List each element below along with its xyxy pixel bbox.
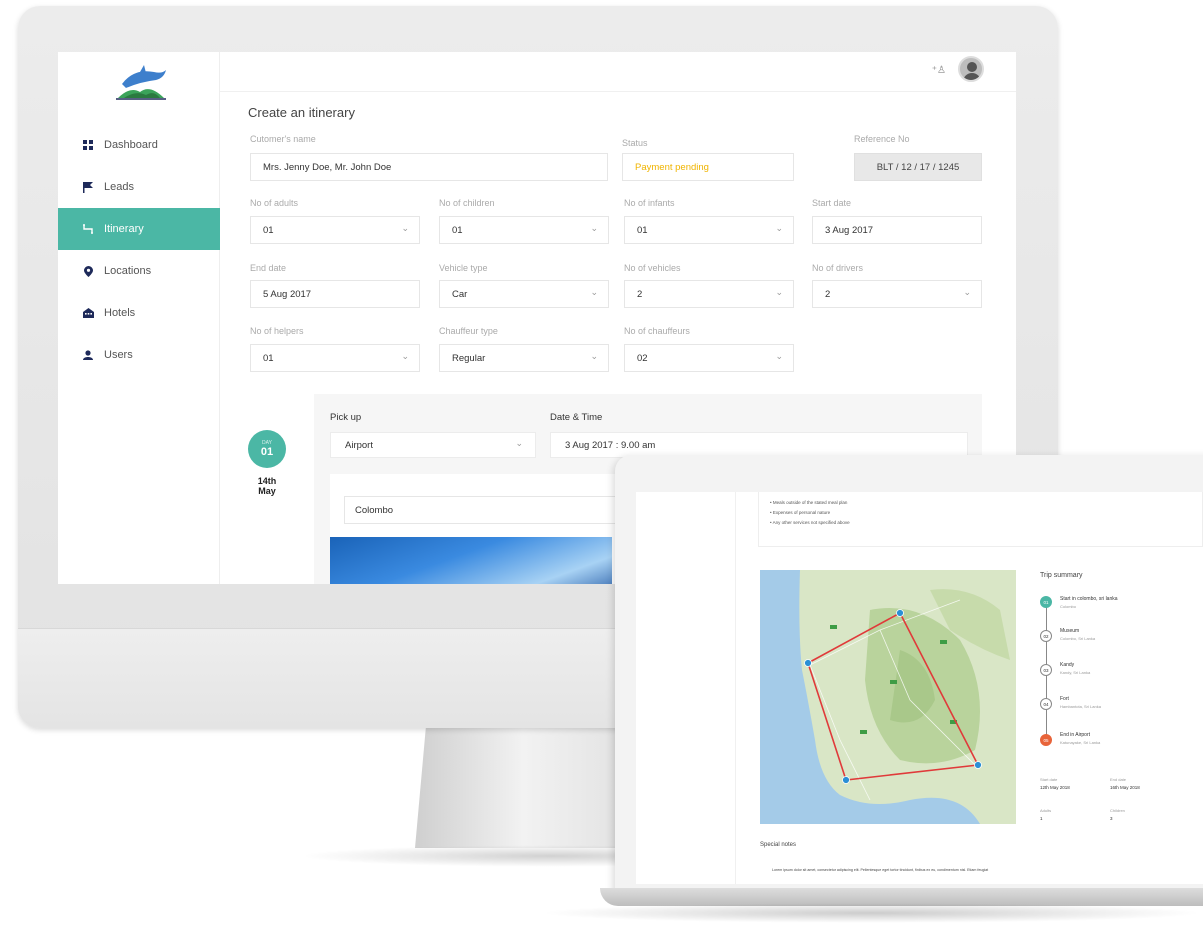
route-icon bbox=[82, 223, 94, 235]
vehicle-type-select[interactable]: Car bbox=[439, 280, 609, 308]
route-map[interactable] bbox=[760, 570, 1016, 824]
start-date-label: Start date bbox=[812, 198, 852, 208]
laptop-sidebar bbox=[636, 492, 736, 884]
dolphin-logo-icon bbox=[116, 65, 166, 100]
special-notes-title: Special notes bbox=[760, 842, 797, 848]
vehicles-label: No of vehicles bbox=[624, 263, 681, 273]
drivers-label: No of drivers bbox=[812, 263, 864, 273]
infants-label: No of infants bbox=[624, 198, 675, 208]
special-notes-text: Lorem ipsum dolor sit amet, consectetur … bbox=[772, 868, 989, 872]
stop-name: End in Airport bbox=[1060, 732, 1091, 738]
children-select[interactable]: 01 bbox=[439, 216, 609, 244]
sidebar-item-hotels[interactable]: Hotels bbox=[58, 292, 220, 334]
reference-no-field: BLT / 12 / 17 / 1245 bbox=[854, 153, 982, 181]
stop-name: Kandy bbox=[1060, 662, 1075, 668]
sidebar-item-label: Users bbox=[104, 349, 133, 361]
infants-select[interactable]: 01 bbox=[624, 216, 794, 244]
day-badge: DAY 01 bbox=[248, 430, 286, 468]
helpers-select[interactable]: 01 bbox=[250, 344, 420, 372]
sidebar-item-locations[interactable]: Locations bbox=[58, 250, 220, 292]
summary-adults-label: Adults bbox=[1040, 808, 1052, 813]
stop-location: Colombo bbox=[1060, 604, 1077, 609]
stop-location: Kandy, Sri Lanka bbox=[1060, 670, 1091, 675]
top-bar: ⁺♙ bbox=[220, 52, 1016, 92]
day-date: 14th May bbox=[248, 476, 286, 496]
exclusion-item: Expenses of personal nature bbox=[770, 510, 830, 515]
location-input[interactable]: Colombo bbox=[344, 496, 624, 524]
stop-name: Museum bbox=[1060, 628, 1080, 634]
exclusion-item: Any other services not specified above bbox=[770, 520, 850, 525]
building-icon bbox=[82, 307, 94, 319]
status-field[interactable]: Payment pending bbox=[622, 153, 794, 181]
reference-no-label: Reference No bbox=[854, 134, 910, 144]
datetime-label: Date & Time bbox=[550, 412, 603, 423]
summary-start-value: 12th May 2018 bbox=[1040, 785, 1070, 790]
summary-end-value: 16th May 2018 bbox=[1110, 785, 1140, 790]
start-date-input[interactable]: 3 Aug 2017 bbox=[812, 216, 982, 244]
stop-number-badge: 05 bbox=[1040, 734, 1052, 746]
vehicles-select[interactable]: 2 bbox=[624, 280, 794, 308]
sidebar-item-label: Dashboard bbox=[104, 139, 158, 151]
sidebar-item-label: Locations bbox=[104, 265, 152, 277]
customer-name-input[interactable]: Mrs. Jenny Doe, Mr. John Doe bbox=[250, 153, 608, 181]
sidebar-item-label: Leads bbox=[104, 181, 134, 193]
stop-number-badge: 04 bbox=[1040, 698, 1052, 710]
chauffeurs-label: No of chauffeurs bbox=[624, 326, 690, 336]
laptop-shadow bbox=[540, 903, 1203, 923]
summary-adults-value: 1 bbox=[1040, 816, 1043, 821]
sidebar-item-dashboard[interactable]: Dashboard bbox=[58, 124, 220, 166]
day-badge-label: DAY bbox=[262, 440, 272, 446]
sidebar-item-label: Itinerary bbox=[104, 223, 144, 235]
chauffeurs-select[interactable]: 02 bbox=[624, 344, 794, 372]
summary-end-label: End date bbox=[1110, 777, 1127, 782]
sidebar: Dashboard Leads Itinerary Locations Hote… bbox=[58, 52, 220, 584]
adults-select[interactable]: 01 bbox=[250, 216, 420, 244]
stop-name: Fort bbox=[1060, 696, 1069, 702]
trip-summary-title: Trip summary bbox=[1040, 572, 1083, 579]
location-photo bbox=[330, 537, 612, 584]
adults-label: No of adults bbox=[250, 198, 299, 208]
laptop-app-screen: Meals outside of the stated meal plan Ex… bbox=[636, 492, 1203, 884]
stop-location: Hambantota, Sri Lanka bbox=[1060, 704, 1101, 709]
sidebar-item-label: Hotels bbox=[104, 307, 136, 319]
end-date-input[interactable]: 5 Aug 2017 bbox=[250, 280, 420, 308]
flag-icon bbox=[82, 181, 94, 193]
stop-name: Start in colombo, sri lanka bbox=[1060, 596, 1118, 602]
user-icon bbox=[82, 349, 94, 361]
children-label: No of children bbox=[439, 198, 495, 208]
vehicle-type-label: Vehicle type bbox=[439, 263, 488, 273]
stop-number-badge: 03 bbox=[1040, 664, 1052, 676]
chauffeur-type-label: Chauffeur type bbox=[439, 326, 498, 336]
chauffeur-type-select[interactable]: Regular bbox=[439, 344, 609, 372]
summary-children-label: Children bbox=[1110, 808, 1125, 813]
status-label: Status bbox=[622, 138, 648, 148]
end-date-label: End date bbox=[250, 263, 287, 273]
page-title: Create an itinerary bbox=[248, 105, 355, 120]
pickup-select[interactable]: Airport bbox=[330, 432, 536, 458]
grid-icon bbox=[82, 139, 94, 151]
day-date-day: 14th bbox=[257, 476, 277, 486]
helpers-label: No of helpers bbox=[250, 326, 304, 336]
stop-location: Katunayake, Sri Lanka bbox=[1060, 740, 1101, 745]
pickup-label: Pick up bbox=[330, 412, 362, 423]
stop-number-badge: 01 bbox=[1040, 596, 1052, 608]
drivers-select[interactable]: 2 bbox=[812, 280, 982, 308]
summary-children-value: 3 bbox=[1110, 816, 1113, 821]
stop-location: Colombo, Sri Lanka bbox=[1060, 636, 1096, 641]
exclusion-item: Meals outside of the stated meal plan bbox=[770, 500, 848, 505]
customer-name-label: Cutomer's name bbox=[250, 134, 316, 144]
sidebar-item-leads[interactable]: Leads bbox=[58, 166, 220, 208]
day-date-month: May bbox=[258, 486, 276, 496]
sidebar-item-users[interactable]: Users bbox=[58, 334, 220, 376]
stop-number-badge: 02 bbox=[1040, 630, 1052, 642]
notification-icon[interactable]: ⁺♙ bbox=[932, 65, 946, 76]
user-avatar[interactable] bbox=[958, 56, 984, 82]
sidebar-item-itinerary[interactable]: Itinerary bbox=[58, 208, 220, 250]
summary-start-label: Start date bbox=[1040, 777, 1058, 782]
day-badge-number: 01 bbox=[260, 446, 274, 458]
map-pin-icon bbox=[82, 265, 94, 277]
